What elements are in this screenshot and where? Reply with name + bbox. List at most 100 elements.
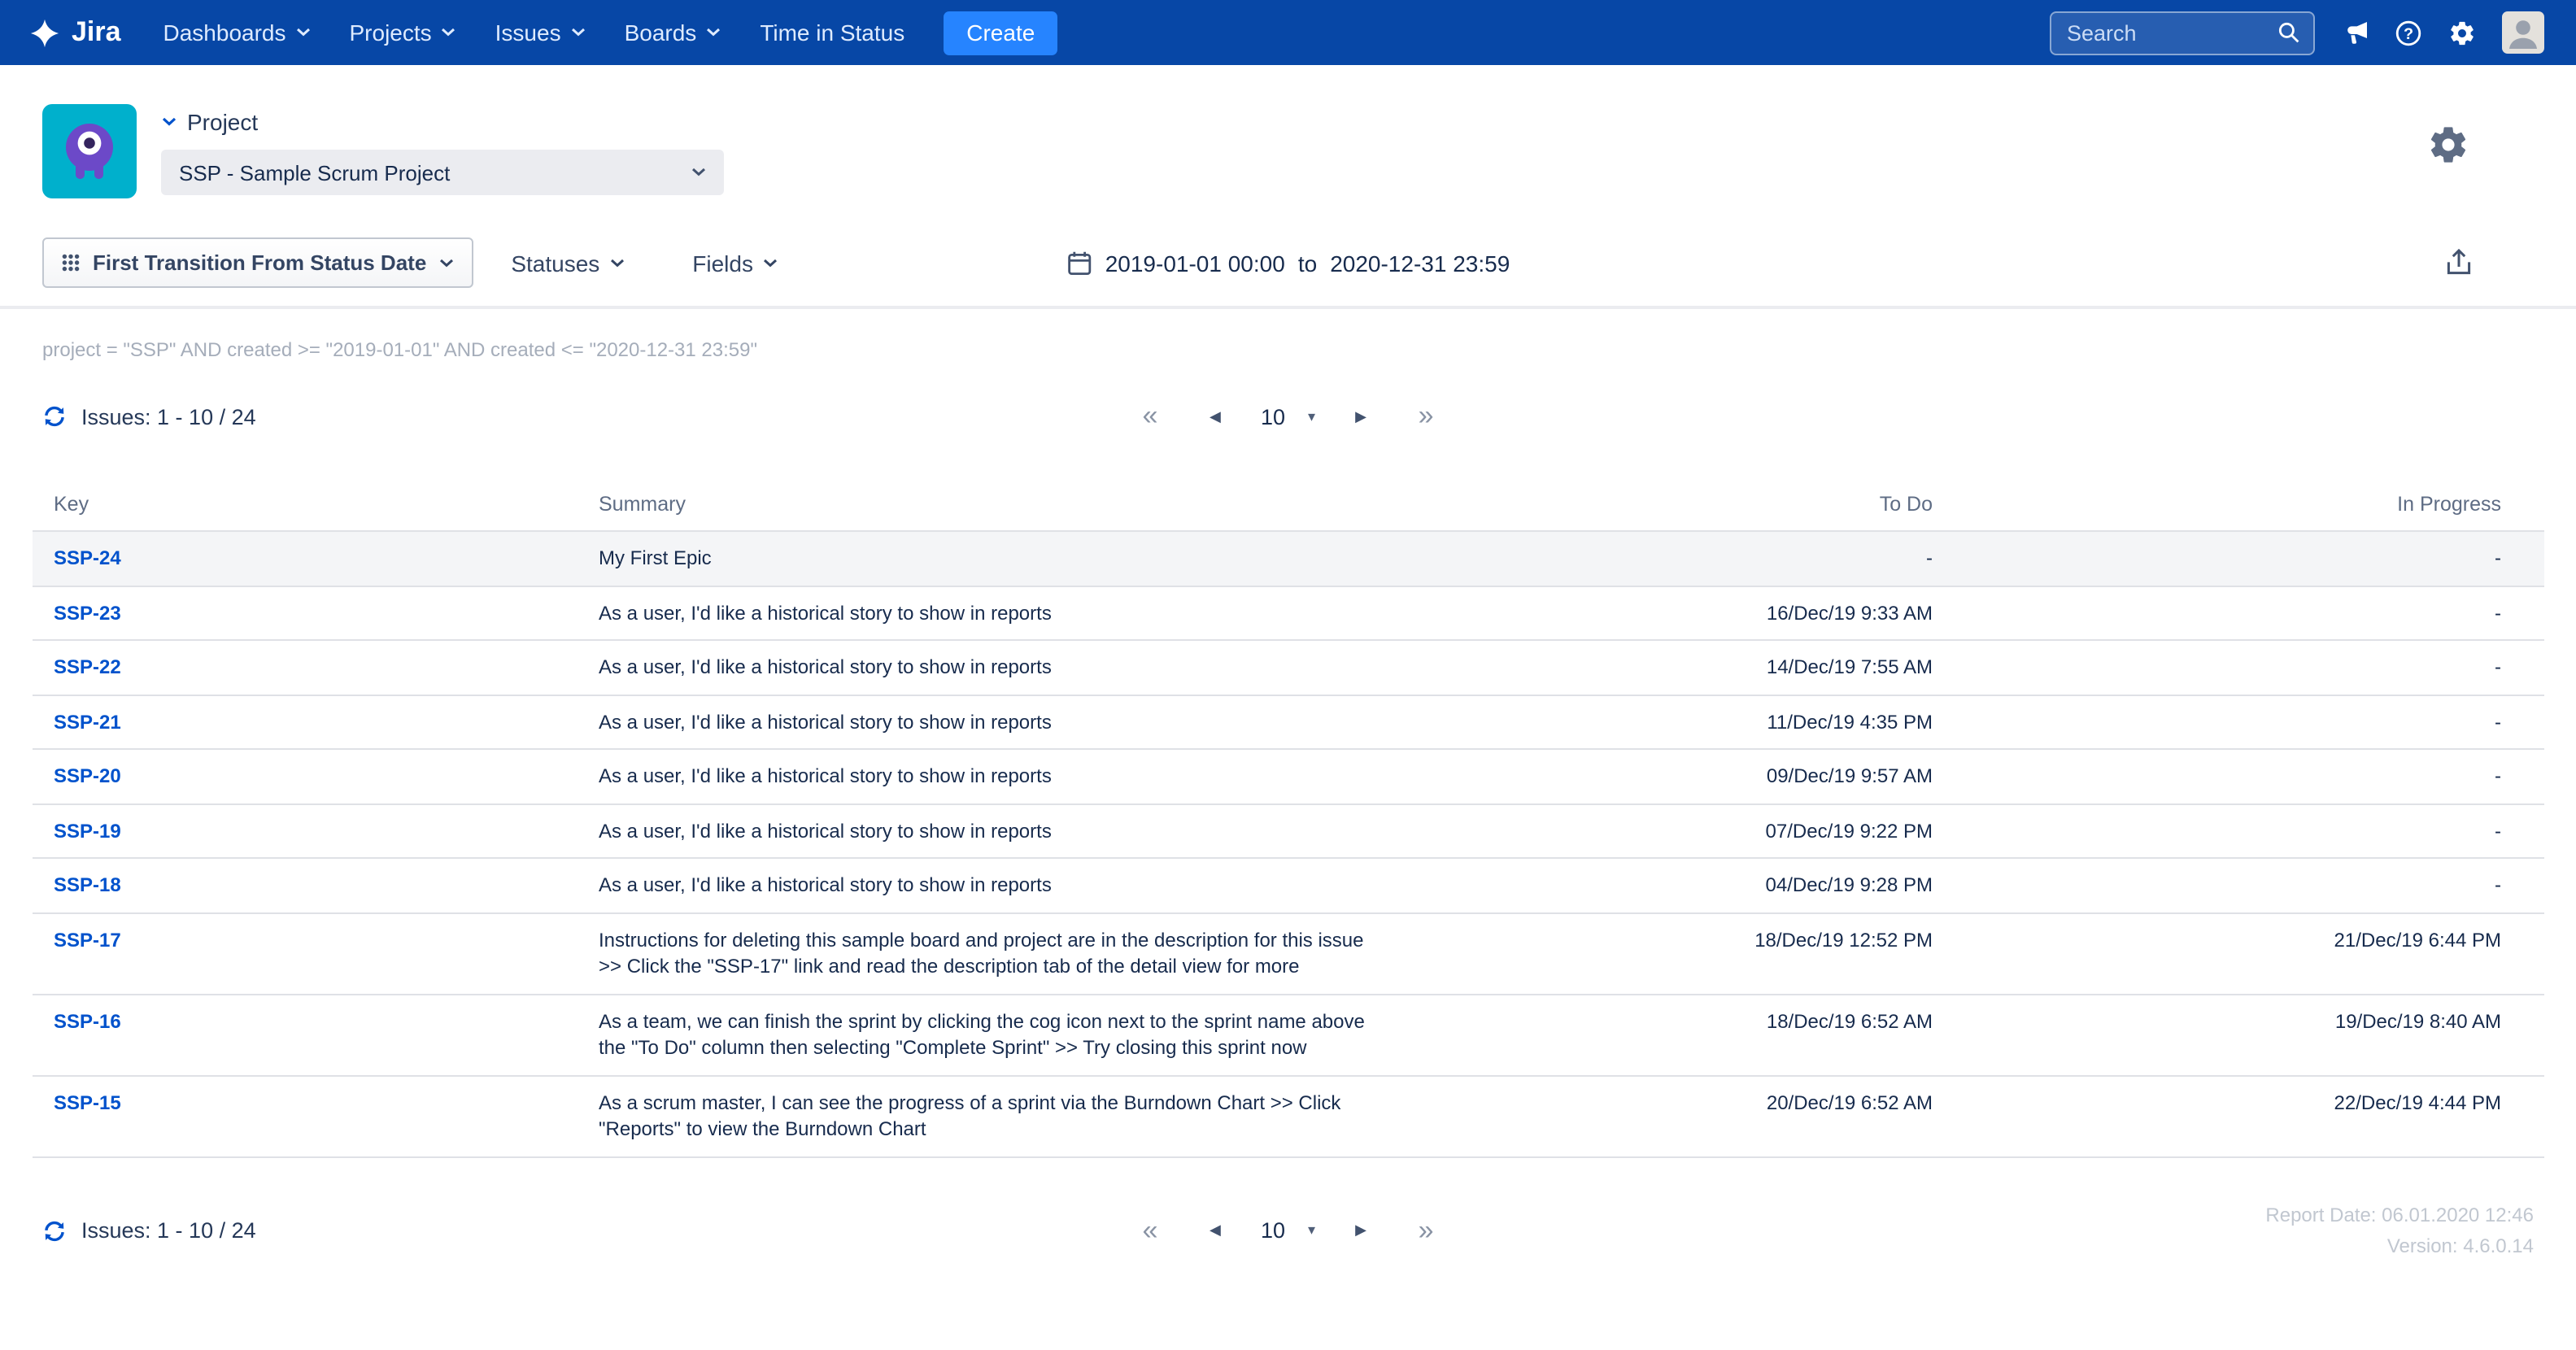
export-icon <box>2444 249 2472 277</box>
first-page-button[interactable]: « <box>1118 1214 1183 1247</box>
page-size-select[interactable]: 10 ▾ <box>1261 1218 1315 1243</box>
jira-home-link[interactable]: Jira <box>29 16 121 49</box>
user-avatar[interactable] <box>2501 11 2543 54</box>
statuses-dropdown[interactable]: Statuses <box>511 250 624 276</box>
first-page-button[interactable]: « <box>1118 400 1183 433</box>
project-select-value: SSP - Sample Scrum Project <box>179 160 450 185</box>
chevron-down-icon <box>439 258 454 268</box>
table-row: SSP-17 Instructions for deleting this sa… <box>33 913 2543 995</box>
issue-in-progress-value: - <box>1933 763 2501 790</box>
refresh-button[interactable] <box>42 403 67 429</box>
issue-in-progress-value: 21/Dec/19 6:44 PM <box>1933 926 2501 953</box>
issue-key-link[interactable]: SSP-15 <box>54 1091 121 1113</box>
issue-key-link[interactable]: SSP-19 <box>54 819 121 842</box>
chevron-down-icon <box>706 28 721 37</box>
calendar-icon[interactable] <box>1066 250 1092 276</box>
issue-summary: As a scrum master, I can see the progres… <box>599 1089 1388 1143</box>
column-header-summary: Summary <box>599 493 1388 516</box>
report-info: Report Date: 06.01.2020 12:46 Version: 4… <box>2265 1200 2534 1261</box>
gear-icon <box>2426 124 2469 166</box>
issue-key-link[interactable]: SSP-24 <box>54 547 121 569</box>
chevron-down-icon <box>571 28 586 37</box>
table-header: Key Summary To Do In Progress <box>33 483 2543 532</box>
nav-boards[interactable]: Boards <box>605 0 741 65</box>
project-meta: Project SSP - Sample Scrum Project <box>161 104 724 198</box>
table-row: SSP-24 My First Epic - - <box>33 532 2543 586</box>
page-size-select[interactable]: 10 ▾ <box>1261 404 1315 429</box>
table-row: SSP-21 As a user, I'd like a historical … <box>33 695 2543 750</box>
issues-table-body: SSP-24 My First Epic - - SSP-23 As a use… <box>33 532 2543 1157</box>
fields-label: Fields <box>692 250 753 276</box>
issue-key-link[interactable]: SSP-20 <box>54 764 121 787</box>
table-row: SSP-18 As a user, I'd like a historical … <box>33 859 2543 913</box>
issue-summary: As a user, I'd like a historical story t… <box>599 654 1388 681</box>
issue-to-do-value: 07/Dec/19 9:22 PM <box>1388 817 1933 844</box>
issue-key-link[interactable]: SSP-16 <box>54 1009 121 1032</box>
project-label: Project <box>187 109 258 135</box>
column-header-todo: To Do <box>1388 493 1933 516</box>
filter-bar: First Transition From Status Date Status… <box>0 237 2576 288</box>
issue-key-link[interactable]: SSP-18 <box>54 873 121 896</box>
jql-query-text: project = "SSP" AND created >= "2019-01-… <box>42 338 2534 361</box>
previous-page-button[interactable]: ◀ <box>1183 407 1248 425</box>
issue-to-do-value: 18/Dec/19 6:52 AM <box>1388 1008 1933 1034</box>
issue-summary: As a user, I'd like a historical story t… <box>599 872 1388 899</box>
nav-issues[interactable]: Issues <box>476 0 605 65</box>
date-to-input[interactable]: 2020-12-31 23:59 <box>1330 250 1510 276</box>
results-summary: Issues: 1 - 10 / 24 <box>42 403 256 429</box>
admin-settings-button[interactable] <box>2447 19 2475 46</box>
help-button[interactable]: ? <box>2394 19 2421 46</box>
top-navigation: Jira Dashboards Projects Issues Boards T… <box>0 0 2576 65</box>
refresh-button[interactable] <box>42 1217 67 1243</box>
page-size-value: 10 <box>1261 1218 1285 1243</box>
export-button[interactable] <box>2444 249 2472 277</box>
issue-to-do-value: 11/Dec/19 4:35 PM <box>1388 708 1933 735</box>
report-type-button[interactable]: First Transition From Status Date <box>42 237 473 288</box>
project-section-toggle[interactable]: Project <box>161 109 724 135</box>
chevron-down-icon <box>442 28 456 37</box>
issue-summary: Instructions for deleting this sample bo… <box>599 926 1388 980</box>
refresh-icon <box>42 1217 67 1243</box>
report-type-label: First Transition From Status Date <box>93 250 426 275</box>
nav-right-cluster: ? <box>2049 11 2543 54</box>
nav-time-in-status[interactable]: Time in Status <box>740 0 924 65</box>
issue-summary: As a user, I'd like a historical story t… <box>599 817 1388 844</box>
fields-dropdown[interactable]: Fields <box>692 250 778 276</box>
issue-summary: As a user, I'd like a historical story t… <box>599 763 1388 790</box>
nav-projects[interactable]: Projects <box>330 0 476 65</box>
issues-table: Key Summary To Do In Progress SSP-24 My … <box>33 483 2543 1157</box>
date-from-input[interactable]: 2019-01-01 00:00 <box>1105 250 1285 276</box>
next-page-button[interactable]: ▶ <box>1328 1222 1393 1239</box>
report-settings-button[interactable] <box>2426 124 2469 166</box>
announcement-button[interactable] <box>2340 20 2368 46</box>
search-input[interactable] <box>2067 20 2267 45</box>
refresh-icon <box>42 403 67 429</box>
issue-summary: As a user, I'd like a historical story t… <box>599 708 1388 735</box>
last-page-button[interactable]: » <box>1393 400 1458 433</box>
create-button[interactable]: Create <box>944 11 1057 54</box>
issue-key-link[interactable]: SSP-21 <box>54 710 121 733</box>
column-header-key: Key <box>54 493 599 516</box>
nav-dashboards[interactable]: Dashboards <box>144 0 330 65</box>
chevron-down-icon <box>691 168 706 177</box>
previous-page-button[interactable]: ◀ <box>1183 1222 1248 1239</box>
nav-time-in-status-label: Time in Status <box>760 20 904 46</box>
table-row: SSP-19 As a user, I'd like a historical … <box>33 804 2543 859</box>
nav-dashboards-label: Dashboards <box>163 20 286 46</box>
project-row: Project SSP - Sample Scrum Project <box>0 65 2576 198</box>
next-page-button[interactable]: ▶ <box>1328 407 1393 425</box>
issue-key-link[interactable]: SSP-23 <box>54 601 121 624</box>
last-page-button[interactable]: » <box>1393 1214 1458 1247</box>
page-size-value: 10 <box>1261 404 1285 429</box>
caret-down-icon: ▾ <box>1308 407 1315 425</box>
report-header: Project SSP - Sample Scrum Project First… <box>0 65 2576 309</box>
issue-key-link[interactable]: SSP-22 <box>54 655 121 678</box>
project-select[interactable]: SSP - Sample Scrum Project <box>161 150 724 195</box>
report-date: Report Date: 06.01.2020 12:46 <box>2265 1200 2534 1230</box>
statuses-label: Statuses <box>511 250 599 276</box>
search-icon[interactable] <box>2277 21 2299 44</box>
nav-search-box <box>2049 11 2314 54</box>
jira-logo-icon <box>29 17 60 48</box>
megaphone-icon <box>2340 20 2368 46</box>
issue-key-link[interactable]: SSP-17 <box>54 928 121 951</box>
